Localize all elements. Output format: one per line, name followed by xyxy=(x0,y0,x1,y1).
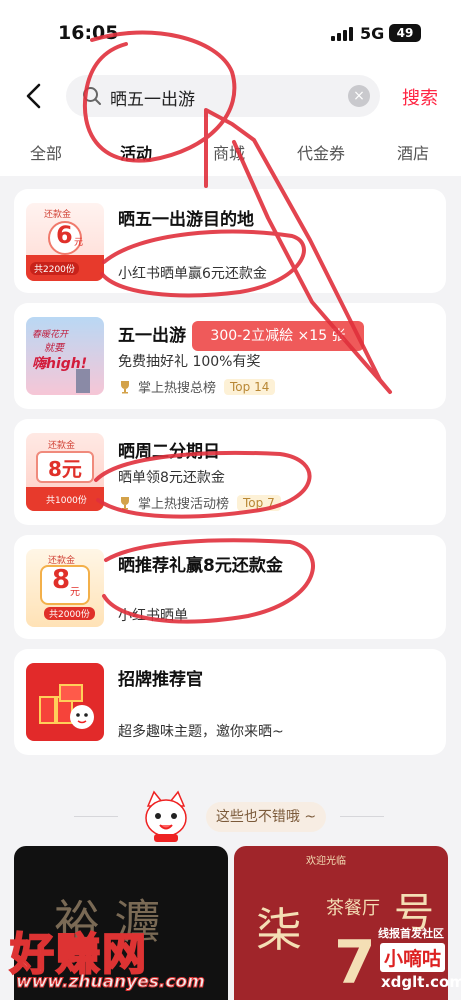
thumb-unit: 元 xyxy=(74,238,84,248)
tab-mall[interactable]: 商城 xyxy=(213,140,245,164)
search-input[interactable]: 晒五一出游 × xyxy=(66,75,380,117)
search-header: 晒五一出游 × 搜索 xyxy=(0,64,461,128)
tab-hotels[interactable]: 酒店 xyxy=(397,140,429,164)
rank-badge: Top 14 xyxy=(224,378,276,395)
poster-sub: 茶餐厅 xyxy=(326,898,380,919)
card-title: 招牌推荐官 xyxy=(118,670,203,690)
hot-rank[interactable]: 掌上热搜总榜 Top 14 xyxy=(118,377,276,396)
card-thumbnail: 还款金 8元 共1000份 xyxy=(26,433,104,511)
card-subtitle: 小红书晒单 xyxy=(118,608,188,624)
back-button[interactable] xyxy=(22,82,46,110)
thumb-note: 共2200份 xyxy=(30,262,79,275)
status-time: 16:05 xyxy=(58,22,119,44)
card-subtitle: 免费抽好礼 100%有奖 xyxy=(118,354,261,370)
card-thumbnail: 春暖花开 就要 嗨high! xyxy=(26,317,104,395)
search-submit-button[interactable]: 搜索 xyxy=(402,84,438,110)
card-title: 晒推荐礼赢8元还款金 xyxy=(118,556,283,576)
card-subtitle: 晒单领8元还款金 xyxy=(118,470,225,486)
poster-main-char: 柒 xyxy=(256,903,302,957)
watermark-right-url: xdglt.com xyxy=(381,973,461,991)
watermark-url: www.zhuanyes.com xyxy=(16,972,206,993)
activity-card[interactable]: 还款金 8 元 共2000份 晒推荐礼赢8元还款金 小红书晒单 xyxy=(14,535,446,639)
tab-activities[interactable]: 活动 xyxy=(120,140,152,164)
thumb-tag: 还款金 xyxy=(44,210,72,220)
thumb-note: 共1000份 xyxy=(46,496,87,506)
category-tabs: 全部 活动 商城 代金券 酒店 xyxy=(0,128,461,176)
rank-text: 掌上热搜活动榜 xyxy=(138,497,230,512)
watermark-right-brand: 小嘀咕 xyxy=(380,943,446,972)
trophy-icon xyxy=(121,380,129,393)
network-label: 5G xyxy=(360,24,385,43)
card-title: 晒周二分期日 xyxy=(118,442,220,462)
card-title: 晒五一出游目的地 xyxy=(118,210,254,230)
battery-icon: 49 xyxy=(389,24,421,42)
activity-card[interactable]: 春暖花开 就要 嗨high! 五一出游 免费抽好礼 100%有奖 掌上热搜总榜 … xyxy=(14,303,446,409)
gift-icon xyxy=(39,684,94,729)
rank-badge: Top 7 xyxy=(237,494,281,511)
thumb-note: 共2000份 xyxy=(44,607,95,620)
mascot-cat-icon xyxy=(145,790,187,842)
status-bar: 16:05 5G 49 xyxy=(0,0,461,64)
card-thumbnail: 还款金 8 元 共2000份 xyxy=(26,549,104,627)
card-subtitle: 超多趣味主题，邀你来晒~ xyxy=(118,724,284,740)
thumb-amount: 8元 xyxy=(48,457,82,481)
trophy-icon xyxy=(121,496,129,509)
thumb-unit: 元 xyxy=(70,587,80,598)
poster-top-text: 欢迎光临 xyxy=(306,856,346,867)
activity-card[interactable]: 还款金 8元 共1000份 晒周二分期日 晒单领8元还款金 掌上热搜活动榜 To… xyxy=(14,419,446,525)
signal-icon xyxy=(331,27,353,41)
card-thumbnail xyxy=(26,663,104,741)
chevron-left-icon xyxy=(26,83,41,109)
hot-rank[interactable]: 掌上热搜活动榜 Top 7 xyxy=(118,493,281,512)
card-title: 五一出游 xyxy=(118,326,186,346)
card-thumbnail: 还款金 6 元 共2200份 xyxy=(26,203,104,281)
thumb-amount: 6 xyxy=(56,221,73,249)
tab-vouchers[interactable]: 代金券 xyxy=(297,140,345,164)
activity-card[interactable]: 还款金 6 元 共2200份 晒五一出游目的地 小红书晒单赢6元还款金 xyxy=(14,189,446,293)
search-icon xyxy=(83,87,101,105)
card-subtitle: 小红书晒单赢6元还款金 xyxy=(118,266,267,282)
activity-card[interactable]: 招牌推荐官 超多趣味主题，邀你来晒~ xyxy=(14,649,446,755)
section-label: 这些也不错哦 ~ xyxy=(206,802,326,832)
rank-text: 掌上热搜总榜 xyxy=(138,381,217,396)
watermark-left: 好赚网 www.zhuanyes.com xyxy=(6,918,206,1000)
clear-search-button[interactable]: × xyxy=(348,85,370,107)
search-query-text[interactable]: 晒五一出游 xyxy=(110,85,195,110)
tab-all[interactable]: 全部 xyxy=(30,140,62,164)
thumb-line2: 就要 xyxy=(44,343,64,354)
coupon-tip[interactable]: 300-2立减絵 ×15 张 xyxy=(192,321,364,351)
thumb-amount: 8 xyxy=(52,565,71,595)
thumb-tag: 还款金 xyxy=(48,441,76,451)
poster-number: 7 xyxy=(334,928,376,998)
watermark-right-caption: 线报首发社区 xyxy=(378,927,444,940)
